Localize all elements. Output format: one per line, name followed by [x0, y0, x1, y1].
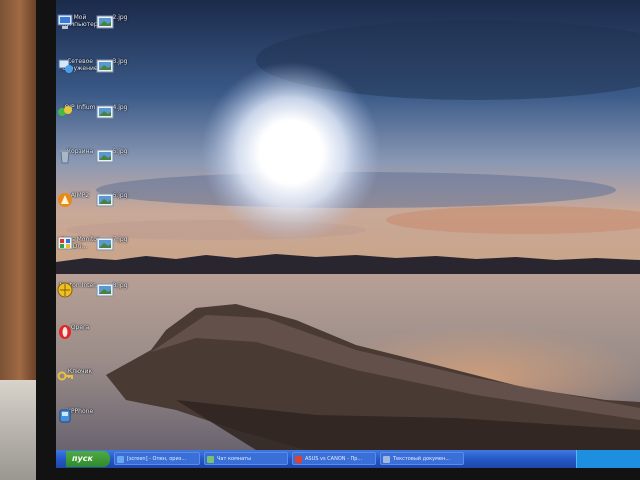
taskbar-task[interactable]: Текстовый докумен...: [380, 452, 464, 465]
network-places-icon: [58, 59, 73, 73]
system-tray: [576, 450, 640, 468]
image-file-icon: [96, 15, 114, 29]
task-label: Чат комнаты: [217, 456, 252, 462]
desktop-icon-3jpg[interactable]: 3.jpg: [96, 58, 144, 73]
opera-icon: [59, 325, 71, 339]
chat-icon: [207, 456, 214, 463]
desk-object: [0, 380, 36, 480]
image-file-icon: [96, 149, 114, 163]
taskbar-task[interactable]: [screen] - Опен, ориз...: [114, 452, 200, 465]
desktop-icon-5jpg[interactable]: 5.jpg: [96, 148, 144, 163]
norton-icon: [57, 282, 73, 298]
desktop-icon-2jpg[interactable]: 2.jpg: [96, 14, 144, 29]
taskbar: пуск [screen] - Опен, ориз... Чат комнат…: [56, 450, 640, 468]
opera-icon: [295, 456, 302, 463]
task-label: [screen] - Опен, ориз...: [127, 456, 187, 462]
image-file-icon: [96, 59, 114, 73]
desktop-icon-opera[interactable]: Opera: [56, 324, 104, 339]
taskbar-task[interactable]: Чат комнаты: [204, 452, 288, 465]
image-file-icon: [96, 283, 114, 297]
start-button[interactable]: пуск: [66, 451, 110, 467]
qip-icon: [58, 106, 72, 116]
aimp-icon: [58, 193, 72, 207]
desktop: Мой компьютер Сетевое окружение QIP Infi…: [56, 0, 640, 450]
monitor-driver-icon: [57, 236, 73, 250]
wallpaper: [56, 0, 640, 450]
image-file-icon: [96, 193, 114, 207]
desktop-icon-key[interactable]: Ключик: [56, 368, 104, 381]
xpphone-icon: [59, 409, 71, 423]
taskbar-task[interactable]: ASUS vs CANON - Пр...: [292, 452, 376, 465]
window-icon: [117, 456, 124, 463]
key-icon: [57, 371, 73, 381]
desktop-icon-xpphone[interactable]: XPPhone: [56, 408, 104, 423]
desktop-icon-4jpg[interactable]: 4.jpg: [96, 104, 144, 119]
desktop-icon-8jpg[interactable]: 8.jpg: [96, 282, 144, 297]
screen: Мой компьютер Сетевое окружение QIP Infi…: [56, 0, 640, 468]
desktop-icon-6jpg[interactable]: 6.jpg: [96, 192, 144, 207]
task-label: Текстовый докумен...: [393, 456, 450, 462]
image-file-icon: [96, 105, 114, 119]
recycle-bin-icon: [60, 150, 70, 164]
image-file-icon: [96, 237, 114, 251]
my-computer-icon: [57, 14, 73, 29]
desktop-icon-7jpg[interactable]: 7.jpg: [96, 236, 144, 251]
task-label: ASUS vs CANON - Пр...: [305, 456, 363, 462]
text-document-icon: [383, 456, 390, 463]
